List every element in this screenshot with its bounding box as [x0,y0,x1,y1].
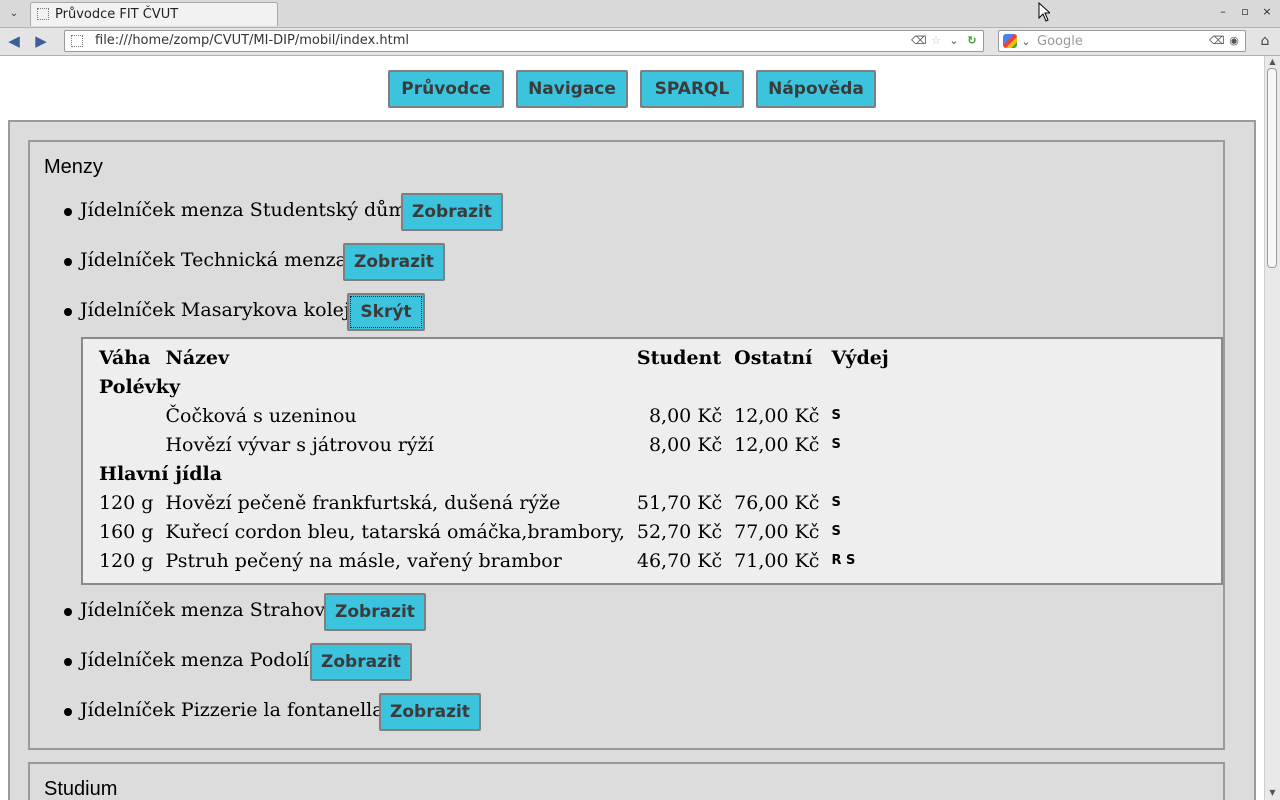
cell-student: 52,70 Kč [636,520,723,543]
cell-vaha [93,430,159,459]
zobrazit-button[interactable]: Zobrazit [310,643,412,681]
menu-item-label: Jídelníček Pizzerie la fontanella [80,699,384,721]
skryt-button[interactable]: Skrýt [347,293,425,331]
category-label: Polévky [99,375,181,398]
cell-ostatni: 76,00 Kč [734,491,820,514]
maximize-button[interactable]: ▫ [1236,3,1254,21]
navigation-toolbar: ◀ ▶ file:///home/zomp/CVUT/MI-DIP/mobil/… [0,28,1280,56]
table-row: 160 g Kuřecí cordon bleu, tatarská omáčk… [93,517,895,546]
zobrazit-button[interactable]: Zobrazit [324,593,426,631]
search-input[interactable]: Google [1037,34,1083,49]
vertical-scrollbar[interactable]: ▲ ▼ [1264,56,1280,800]
cell-nazev: Hovězí vývar s játrovou rýží [165,433,434,456]
close-button[interactable]: × [1258,3,1276,21]
menu-item-label: Jídelníček menza Studentský dům [80,199,407,221]
menu-item-label: Jídelníček Technická menza [80,249,347,271]
zobrazit-button[interactable]: Zobrazit [401,193,503,231]
header-vydej: Výdej [831,346,889,369]
search-bar[interactable]: ⌄ Google ⌫ ◉ [998,30,1246,52]
cell-vaha: 120 g [99,549,154,572]
studium-title: Studium [44,778,118,800]
nav-button-sparql[interactable]: SPARQL [640,70,744,108]
tab-bar: ⌄ Průvodce FIT ČVUT – ▫ × [0,0,1280,28]
table-row: 120 g Hovězí pečeně frankfurtská, dušená… [93,488,895,517]
table-row: 120 g Pstruh pečený na másle, vařený bra… [93,546,895,575]
google-engine-icon[interactable] [1003,34,1017,48]
cell-vaha: 160 g [99,520,154,543]
browser-tab[interactable]: Průvodce FIT ČVUT [30,2,278,26]
cell-student: 51,70 Kč [636,491,723,514]
minimize-button[interactable]: – [1214,3,1232,21]
url-bar[interactable]: file:///home/zomp/CVUT/MI-DIP/mobil/inde… [64,30,984,52]
menu-item-label: Jídelníček menza Strahov [80,599,326,621]
cell-vydej: R S [831,553,856,568]
bullet-icon [64,608,72,616]
back-arrow-icon[interactable]: ◀ [4,32,24,50]
reload-icon[interactable]: ↻ [965,33,979,49]
cell-nazev: Čočková s uzeninou [165,404,357,427]
forward-arrow-icon[interactable]: ▶ [31,32,51,50]
table-row: Hovězí vývar s játrovou rýží 8,00 Kč 12,… [93,430,895,459]
tab-list-chevron-icon[interactable]: ⌄ [4,5,24,23]
cell-vaha: 120 g [99,491,154,514]
scroll-up-arrow-icon[interactable]: ▲ [1267,57,1278,67]
cell-vydej: S [831,524,841,539]
cell-nazev: Kuřecí cordon bleu, tatarská omáčka,bram… [165,520,625,543]
table-row: Čočková s uzeninou 8,00 Kč 12,00 Kč S [93,401,895,430]
clear-url-icon[interactable]: ⌫ [911,33,927,49]
home-icon[interactable]: ⌂ [1256,32,1274,50]
cell-nazev: Hovězí pečeně frankfurtská, dušená rýže [165,491,561,514]
studium-section: Studium [28,762,1225,800]
page-favicon-icon [37,8,49,20]
header-nazev: Název [165,346,230,369]
cell-vydej: S [831,437,841,452]
nav-button-pruvodce[interactable]: Průvodce [388,70,504,108]
scrollbar-thumb[interactable] [1267,68,1277,268]
header-vaha: Váha [99,346,151,369]
bullet-icon [64,208,72,216]
menu-table-panel: Váha Název Student Ostatní Výdej Polévky… [81,337,1223,585]
cell-vaha [93,401,159,430]
menu-table: Váha Název Student Ostatní Výdej Polévky… [93,343,895,575]
category-row: Hlavní jídla [93,459,895,488]
bullet-icon [64,308,72,316]
page-viewport: Průvodce Navigace SPARQL Nápověda Menzy … [0,56,1264,800]
cell-student: 8,00 Kč [648,433,723,456]
menu-item-label: Jídelníček menza Podolí [80,649,310,671]
cell-ostatni: 77,00 Kč [734,520,820,543]
bullet-icon [64,258,72,266]
cell-student: 46,70 Kč [636,549,723,572]
mouse-cursor-icon [1038,2,1050,22]
url-text[interactable]: file:///home/zomp/CVUT/MI-DIP/mobil/inde… [95,33,409,48]
cell-ostatni: 12,00 Kč [734,433,820,456]
category-label: Hlavní jídla [99,462,223,485]
menu-item-label: Jídelníček Masarykova kolej [80,299,350,321]
nav-button-navigace[interactable]: Navigace [516,70,628,108]
header-ostatni: Ostatní [734,346,813,369]
cell-ostatni: 12,00 Kč [734,404,820,427]
cell-ostatni: 71,00 Kč [734,549,820,572]
cell-vydej: S [831,408,841,423]
cell-nazev: Pstruh pečený na másle, vařený brambor [165,549,562,572]
table-header-row: Váha Název Student Ostatní Výdej [93,343,895,372]
nav-button-napoveda[interactable]: Nápověda [756,70,876,108]
zobrazit-button[interactable]: Zobrazit [343,243,445,281]
binoculars-search-icon[interactable]: ◉ [1227,33,1241,49]
cell-vydej: S [831,495,841,510]
clear-search-icon[interactable]: ⌫ [1209,33,1225,49]
header-student: Student [636,346,722,369]
site-identity-icon[interactable] [71,35,83,47]
tab-title: Průvodce FIT ČVUT [55,7,179,22]
category-row: Polévky [93,372,895,401]
zobrazit-button[interactable]: Zobrazit [379,693,481,731]
bookmark-star-icon[interactable]: ☆ [929,33,943,49]
scroll-down-arrow-icon[interactable]: ▼ [1267,788,1278,798]
cell-student: 8,00 Kč [648,404,723,427]
bullet-icon [64,708,72,716]
bullet-icon [64,658,72,666]
engine-dropdown-chevron-icon[interactable]: ⌄ [1019,34,1033,50]
menzy-title: Menzy [44,156,103,178]
url-dropdown-chevron-icon[interactable]: ⌄ [947,33,961,49]
